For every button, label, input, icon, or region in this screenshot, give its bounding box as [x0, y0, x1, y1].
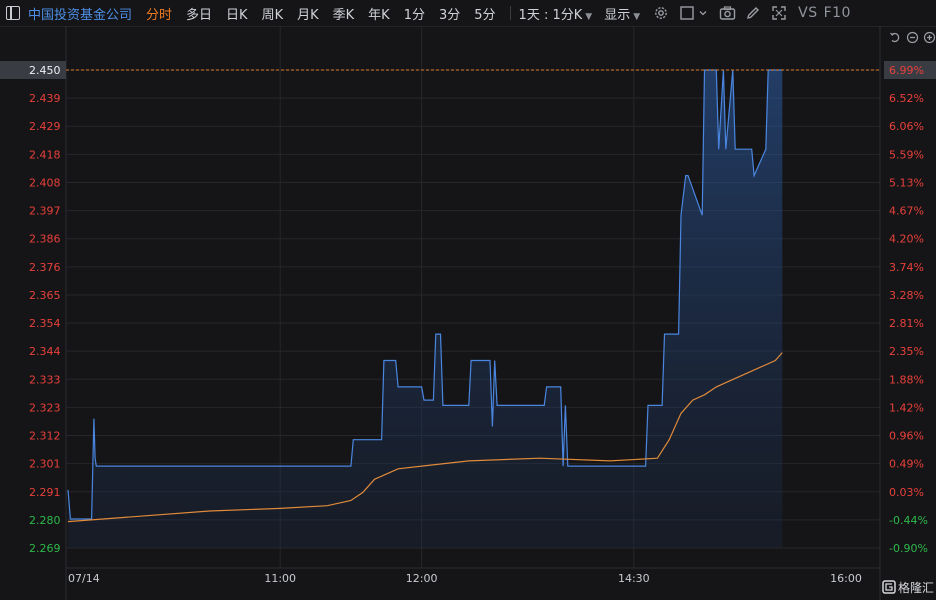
price-tick-label: 2.354	[29, 317, 61, 330]
percent-axis: 6.52% 6.06% 5.59% 5.13% 4.67% 4.20% 3.74% 3.28%…	[889, 92, 928, 555]
f10-button[interactable]: F10	[824, 5, 851, 21]
current-pct-label: 6.99%	[889, 64, 924, 77]
price-tick-label: 2.312	[29, 430, 61, 443]
price-tick-label: 2.323	[29, 401, 61, 414]
price-tick-label: 2.333	[29, 373, 61, 386]
tab-1min[interactable]: 1分	[404, 4, 425, 23]
price-tick-label: 2.376	[29, 261, 61, 274]
sidebar-toggle-icon[interactable]	[6, 6, 20, 20]
current-pct-label-bg	[884, 61, 936, 79]
price-tick-label: 2.418	[29, 148, 61, 161]
current-price-line: 2.450 6.99%	[0, 61, 936, 79]
price-tick-label: 2.269	[29, 542, 61, 555]
display-dropdown-label: 显示	[604, 7, 631, 23]
compare-vs-button[interactable]: VS	[798, 5, 817, 21]
percent-tick-label: 2.81%	[889, 317, 924, 330]
checkbox-icon[interactable]	[678, 4, 696, 22]
price-tick-label: 2.291	[29, 486, 61, 499]
average-price-line	[67, 352, 783, 523]
percent-tick-label: -0.44%	[889, 514, 928, 527]
chevron-down-icon: ▼	[633, 11, 641, 22]
watermark-logo: 格隆汇	[882, 580, 934, 595]
reset-zoom-icon[interactable]	[888, 30, 902, 44]
price-area	[68, 70, 783, 548]
price-tick-label: 2.386	[29, 233, 61, 246]
tab-monthly-k[interactable]: 月K	[297, 4, 319, 23]
percent-tick-label: 4.67%	[889, 205, 924, 218]
percent-tick-label: 0.03%	[889, 486, 924, 499]
percent-tick-label: -0.90%	[889, 542, 928, 555]
fullscreen-icon[interactable]	[770, 4, 788, 22]
camera-icon[interactable]	[718, 4, 736, 22]
percent-tick-label: 5.13%	[889, 176, 924, 189]
watermark-text: 格隆汇	[898, 580, 934, 595]
price-tick-label: 2.397	[29, 205, 61, 218]
tab-daily-k[interactable]: 日K	[226, 4, 248, 23]
current-price-label-bg	[0, 61, 66, 79]
price-tick-label: 2.365	[29, 289, 61, 302]
security-name[interactable]: 中国投资基金公司	[28, 4, 132, 23]
tab-intraday[interactable]: 分时	[146, 4, 172, 23]
intraday-chart[interactable]: 2.450 6.99% 2.439 2.429 2.418 2.408 2.397 2.38…	[0, 0, 936, 600]
display-dropdown[interactable]: 显示 ▼	[604, 4, 640, 23]
price-tick-label: 2.439	[29, 92, 61, 105]
tab-multi-day[interactable]: 多日	[186, 4, 212, 23]
price-tick-label: 2.408	[29, 176, 61, 189]
current-price-label: 2.450	[29, 64, 61, 77]
time-axis: 07/14 11:00 12:00 14:30 16:00	[68, 572, 862, 585]
tab-quarterly-k[interactable]: 季K	[333, 4, 355, 23]
toolbar-divider	[509, 6, 511, 20]
percent-tick-label: 0.96%	[889, 430, 924, 443]
price-tick-label: 2.280	[29, 514, 61, 527]
chart-toolbar: 中国投资基金公司 分时 多日 日K 周K 月K 季K 年K 1分 3分 5分 1…	[0, 0, 936, 27]
time-tick-label: 07/14	[68, 572, 100, 585]
time-tick-label: 14:30	[618, 572, 650, 585]
percent-tick-label: 5.59%	[889, 148, 924, 161]
period-dropdown-label: 1天 : 1分K	[518, 7, 583, 23]
time-tick-label: 11:00	[264, 572, 296, 585]
price-line	[67, 69, 783, 520]
price-tick-label: 2.429	[29, 120, 61, 133]
zoom-out-icon[interactable]	[905, 30, 919, 44]
series-lines	[67, 69, 783, 523]
grid-lines	[65, 26, 881, 600]
chevron-down-icon[interactable]	[698, 4, 708, 22]
tab-yearly-k[interactable]: 年K	[368, 4, 390, 23]
tab-weekly-k[interactable]: 周K	[262, 4, 284, 23]
percent-tick-label: 0.49%	[889, 458, 924, 471]
pencil-icon[interactable]	[744, 4, 762, 22]
period-dropdown[interactable]: 1天 : 1分K ▼	[519, 4, 593, 23]
chart-page: 中国投资基金公司 分时 多日 日K 周K 月K 季K 年K 1分 3分 5分 1…	[0, 0, 936, 600]
percent-tick-label: 6.06%	[889, 120, 924, 133]
percent-tick-label: 1.88%	[889, 373, 924, 386]
tab-5min[interactable]: 5分	[474, 4, 495, 23]
percent-tick-label: 6.52%	[889, 92, 924, 105]
percent-tick-label: 3.74%	[889, 261, 924, 274]
percent-tick-label: 3.28%	[889, 289, 924, 302]
price-axis: 2.439 2.429 2.418 2.408 2.397 2.386 2.376 2.365…	[29, 92, 61, 555]
percent-tick-label: 4.20%	[889, 233, 924, 246]
price-area-fill	[68, 70, 783, 548]
time-tick-label: 16:00	[830, 572, 862, 585]
percent-tick-label: 2.35%	[889, 345, 924, 358]
price-tick-label: 2.301	[29, 458, 61, 471]
zoom-controls	[888, 30, 936, 44]
zoom-in-icon[interactable]	[922, 30, 936, 44]
settings-gear-icon[interactable]	[652, 4, 670, 22]
percent-tick-label: 1.42%	[889, 401, 924, 414]
chevron-down-icon: ▼	[585, 11, 593, 22]
time-tick-label: 12:00	[406, 572, 438, 585]
tab-3min[interactable]: 3分	[439, 4, 460, 23]
price-tick-label: 2.344	[29, 345, 61, 358]
